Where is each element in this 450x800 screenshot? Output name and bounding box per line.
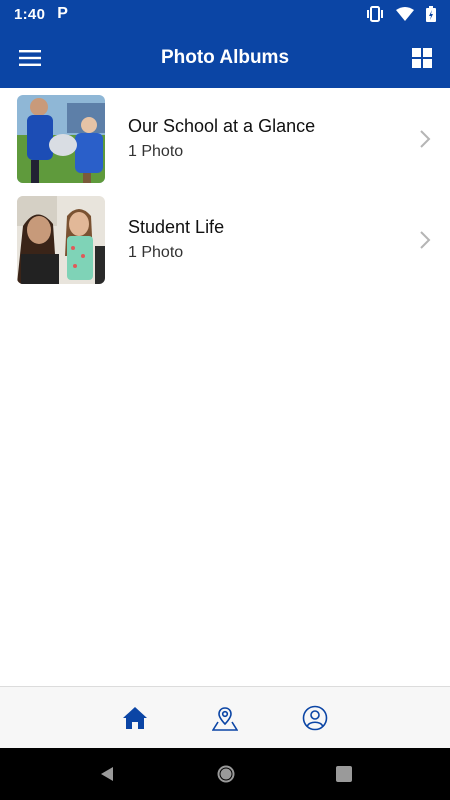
chevron-right-icon bbox=[420, 230, 431, 249]
bottom-navigation bbox=[0, 686, 450, 748]
grid-view-icon bbox=[412, 48, 432, 68]
album-list: Our School at a Glance 1 Photo Student L… bbox=[0, 88, 450, 290]
system-navigation-bar bbox=[0, 748, 450, 800]
album-text: Our School at a Glance 1 Photo bbox=[128, 116, 315, 161]
hamburger-menu-icon bbox=[19, 50, 41, 66]
menu-button[interactable] bbox=[16, 44, 44, 72]
album-title: Our School at a Glance bbox=[128, 116, 316, 136]
status-icons bbox=[366, 6, 436, 22]
album-list-item[interactable]: Student Life 1 Photo bbox=[0, 189, 450, 290]
wifi-icon bbox=[396, 7, 414, 21]
nav-profile-button[interactable] bbox=[296, 699, 334, 737]
album-photo-count: 1 Photo bbox=[128, 244, 184, 261]
album-thumbnail-student-life bbox=[17, 195, 105, 284]
album-title: Student Life bbox=[128, 217, 225, 237]
grid-view-button[interactable] bbox=[408, 44, 436, 72]
page-title: Photo Albums bbox=[160, 47, 290, 68]
chevron-right-icon bbox=[420, 129, 431, 148]
student-life-photo-image bbox=[17, 195, 105, 284]
app-bar: Photo Albums bbox=[0, 28, 450, 88]
school-photo-image bbox=[17, 94, 105, 183]
album-thumbnail-school bbox=[17, 94, 105, 183]
album-photo-count: 1 Photo bbox=[128, 143, 184, 160]
battery-icon bbox=[426, 6, 436, 22]
home-circle-icon[interactable] bbox=[216, 764, 236, 784]
album-list-item[interactable]: Our School at a Glance 1 Photo bbox=[0, 88, 450, 189]
parking-app-icon: P bbox=[57, 5, 68, 22]
nav-map-button[interactable] bbox=[206, 699, 244, 737]
profile-icon bbox=[302, 705, 328, 730]
vibrate-icon bbox=[367, 6, 383, 22]
map-location-icon bbox=[212, 706, 238, 731]
album-text: Student Life 1 Photo bbox=[128, 217, 224, 262]
status-bar: 1:40 P bbox=[0, 0, 450, 28]
back-icon[interactable] bbox=[98, 765, 116, 783]
home-icon bbox=[123, 706, 147, 729]
recents-icon[interactable] bbox=[336, 766, 352, 782]
status-time: 1:40 bbox=[14, 5, 46, 23]
nav-home-button[interactable] bbox=[116, 699, 154, 737]
